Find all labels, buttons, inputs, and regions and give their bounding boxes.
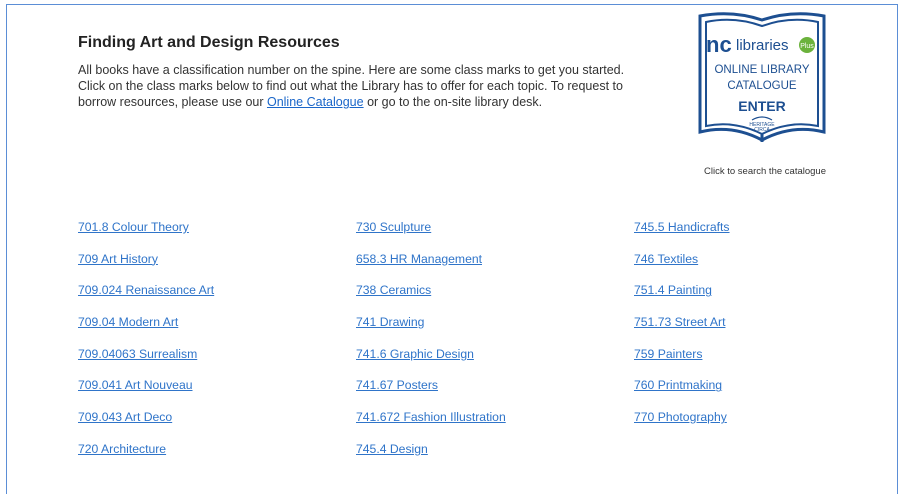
footer-line-2: CIRCA <box>754 127 770 133</box>
class-mark-link[interactable]: 741.67 Posters <box>356 378 506 410</box>
class-mark-link[interactable]: 709.04 Modern Art <box>78 315 214 347</box>
class-mark-link[interactable]: 709.04063 Surrealism <box>78 347 214 379</box>
class-mark-column-3: 745.5 Handicrafts 746 Textiles 751.4 Pai… <box>634 220 730 442</box>
book-icon: nc libraries Plus ONLINE LIBRARY CATALOG… <box>698 12 826 142</box>
online-catalogue-link[interactable]: Online Catalogue <box>267 95 364 109</box>
catalogue-caption: Click to search the catalogue <box>704 166 826 177</box>
class-mark-link[interactable]: 730 Sculpture <box>356 220 506 252</box>
class-mark-link[interactable]: 709 Art History <box>78 252 214 284</box>
class-mark-link[interactable]: 741.6 Graphic Design <box>356 347 506 379</box>
class-mark-link[interactable]: 720 Architecture <box>78 442 214 474</box>
class-mark-column-2: 730 Sculpture 658.3 HR Management 738 Ce… <box>356 220 506 474</box>
page-title: Finding Art and Design Resources <box>78 34 340 51</box>
class-mark-link[interactable]: 745.5 Handicrafts <box>634 220 730 252</box>
class-mark-link[interactable]: 738 Ceramics <box>356 283 506 315</box>
catalogue-button[interactable]: nc libraries Plus ONLINE LIBRARY CATALOG… <box>696 10 828 160</box>
logo-libraries: libraries <box>736 37 789 54</box>
class-mark-column-1: 701.8 Colour Theory 709 Art History 709.… <box>78 220 214 474</box>
class-mark-link[interactable]: 751.73 Street Art <box>634 315 730 347</box>
class-mark-link[interactable]: 745.4 Design <box>356 442 506 474</box>
logo-badge-text: Plus <box>800 43 814 50</box>
intro-text-end: or go to the on-site library desk. <box>363 95 543 109</box>
class-mark-link[interactable]: 751.4 Painting <box>634 283 730 315</box>
class-mark-link[interactable]: 741.672 Fashion Illustration <box>356 410 506 442</box>
class-mark-link[interactable]: 709.041 Art Nouveau <box>78 378 214 410</box>
class-mark-link[interactable]: 701.8 Colour Theory <box>78 220 214 252</box>
class-mark-link[interactable]: 759 Painters <box>634 347 730 379</box>
catalogue-line-1: ONLINE LIBRARY <box>714 64 809 76</box>
class-mark-link[interactable]: 746 Textiles <box>634 252 730 284</box>
logo-nc: nc <box>706 32 732 57</box>
class-mark-link[interactable]: 709.043 Art Deco <box>78 410 214 442</box>
enter-label: ENTER <box>738 98 785 114</box>
class-mark-link[interactable]: 760 Printmaking <box>634 378 730 410</box>
class-mark-link[interactable]: 709.024 Renaissance Art <box>78 283 214 315</box>
class-mark-link[interactable]: 770 Photography <box>634 410 730 442</box>
class-mark-link[interactable]: 658.3 HR Management <box>356 252 506 284</box>
catalogue-line-2: CATALOGUE <box>727 80 797 92</box>
class-mark-link[interactable]: 741 Drawing <box>356 315 506 347</box>
intro-text: All books have a classification number o… <box>78 62 638 110</box>
